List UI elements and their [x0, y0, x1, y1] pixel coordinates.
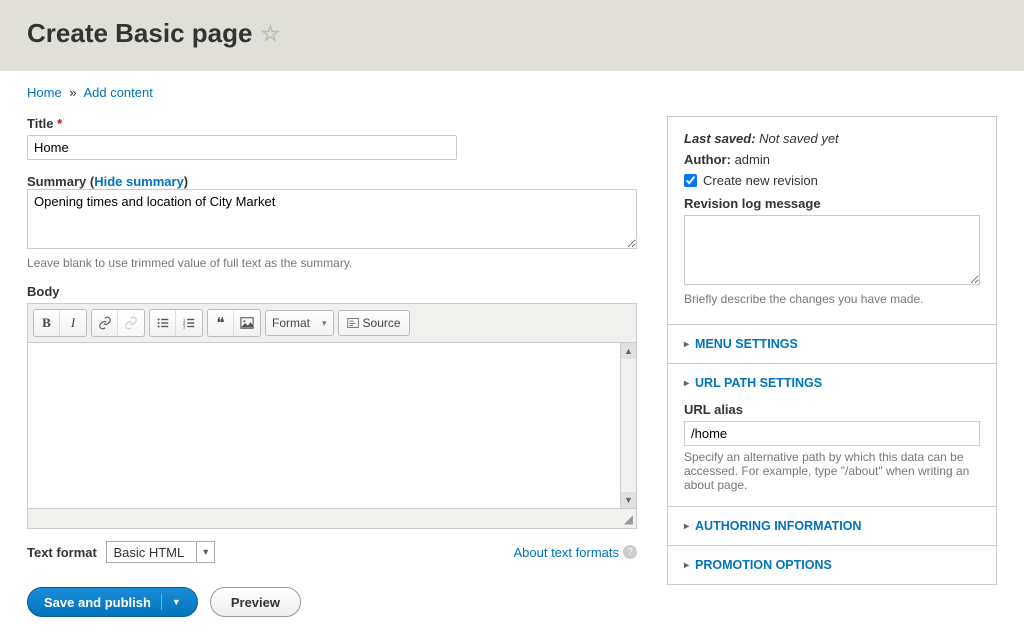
text-format-select[interactable]: Basic HTML ▾ — [106, 541, 215, 563]
bold-button[interactable]: B — [34, 310, 60, 336]
url-alias-label: URL alias — [684, 402, 980, 417]
number-list-button[interactable]: 123 — [176, 310, 202, 336]
resize-handle-icon[interactable]: ◢ — [624, 512, 633, 526]
create-revision-label: Create new revision — [703, 173, 818, 188]
body-label: Body — [27, 284, 637, 299]
blockquote-button[interactable]: ❝ — [208, 310, 234, 336]
image-icon — [240, 316, 254, 330]
promotion-options-toggle[interactable]: ▸ PROMOTION OPTIONS — [668, 546, 996, 584]
revision-log-textarea[interactable] — [684, 215, 980, 285]
scroll-up-icon[interactable]: ▲ — [621, 343, 636, 359]
breadcrumb-home[interactable]: Home — [27, 85, 62, 100]
bullet-list-icon — [156, 316, 170, 330]
link-icon — [98, 316, 112, 330]
chevron-down-icon: ▾ — [196, 542, 214, 562]
create-revision-checkbox[interactable] — [684, 174, 697, 187]
revision-log-label: Revision log message — [684, 196, 980, 211]
breadcrumb: Home » Add content — [27, 85, 997, 100]
preview-button[interactable]: Preview — [210, 587, 301, 617]
about-text-formats-link[interactable]: About text formats ? — [514, 545, 638, 560]
authoring-information-toggle[interactable]: ▸ AUTHORING INFORMATION — [668, 507, 996, 545]
link-button[interactable] — [92, 310, 118, 336]
breadcrumb-add-content[interactable]: Add content — [83, 85, 152, 100]
title-label: Title * — [27, 116, 637, 131]
summary-label: Summary (Hide summary) — [27, 174, 637, 189]
title-input[interactable] — [27, 135, 457, 160]
format-dropdown[interactable]: Format ▾ — [265, 310, 334, 336]
summary-textarea[interactable]: Opening times and location of City Marke… — [27, 189, 637, 249]
scroll-down-icon[interactable]: ▼ — [621, 492, 636, 508]
editor-toolbar: B I — [28, 304, 636, 343]
chevron-down-icon: ▾ — [322, 318, 327, 329]
save-and-publish-button[interactable]: Save and publish ▼ — [27, 587, 198, 617]
source-icon — [347, 317, 359, 329]
triangle-right-icon: ▸ — [684, 339, 689, 350]
menu-settings-toggle[interactable]: ▸ MENU SETTINGS — [668, 325, 996, 363]
unlink-button[interactable] — [118, 310, 144, 336]
url-alias-input[interactable] — [684, 421, 980, 446]
triangle-right-icon: ▸ — [684, 378, 689, 389]
image-button[interactable] — [234, 310, 260, 336]
svg-text:3: 3 — [183, 324, 186, 329]
summary-help-text: Leave blank to use trimmed value of full… — [27, 256, 637, 270]
hide-summary-link[interactable]: Hide summary — [94, 174, 184, 189]
source-button[interactable]: Source — [338, 310, 410, 336]
author-row: Author: admin — [684, 152, 980, 167]
last-saved: Last saved: Not saved yet — [684, 131, 980, 146]
url-alias-help: Specify an alternative path by which thi… — [684, 450, 980, 492]
bullet-list-button[interactable] — [150, 310, 176, 336]
url-path-settings-toggle[interactable]: ▸ URL PATH SETTINGS — [668, 364, 996, 402]
chevron-down-icon: ▼ — [172, 597, 181, 607]
help-icon: ? — [623, 545, 637, 559]
triangle-right-icon: ▸ — [684, 560, 689, 571]
unlink-icon — [124, 316, 138, 330]
page-title: Create Basic page — [27, 18, 252, 49]
revision-log-help: Briefly describe the changes you have ma… — [684, 292, 980, 306]
text-format-label: Text format — [27, 545, 97, 560]
italic-button[interactable]: I — [60, 310, 86, 336]
body-editor: B I — [27, 303, 637, 529]
number-list-icon: 123 — [182, 316, 196, 330]
triangle-right-icon: ▸ — [684, 521, 689, 532]
editor-scrollbar[interactable]: ▲ ▼ — [620, 343, 636, 508]
favorite-star-icon[interactable]: ☆ — [260, 21, 280, 47]
body-textarea[interactable] — [28, 343, 620, 508]
